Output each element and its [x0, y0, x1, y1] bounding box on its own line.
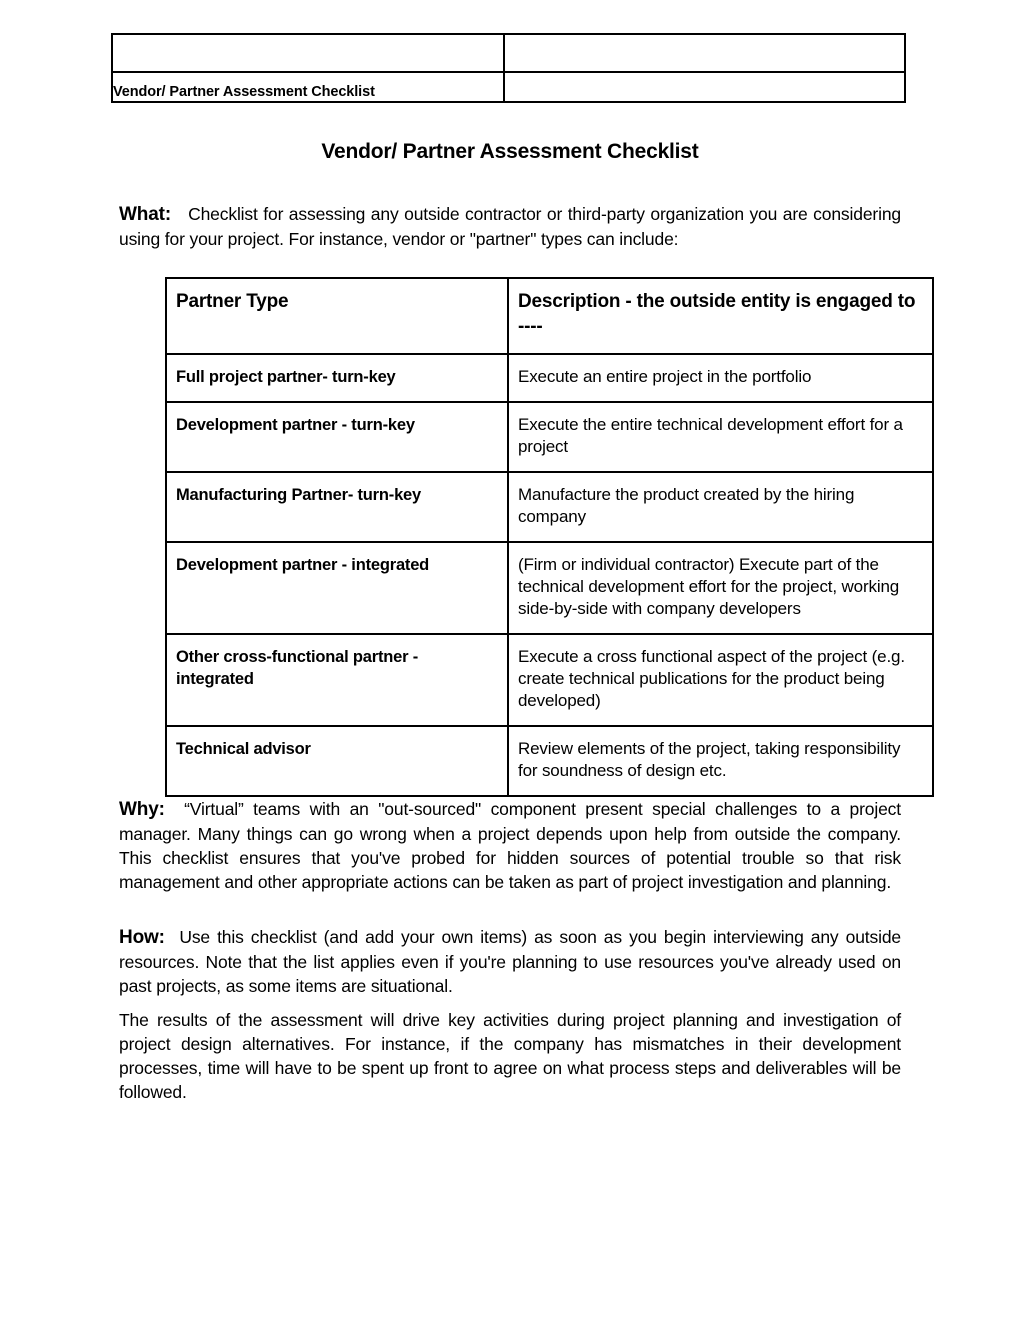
partner-description-cell: Execute a cross functional aspect of the…: [507, 633, 934, 727]
header-cell-top-right: [503, 33, 906, 73]
partner-table-header-col2: Description - the outside entity is enga…: [507, 277, 934, 355]
partner-type-cell: Other cross-functional partner - integra…: [165, 633, 509, 727]
paragraph-how-lead: How:: [119, 927, 165, 948]
document-page: Vendor/ Partner Assessment Checklist Ven…: [0, 0, 1020, 1320]
paragraph-what: What: Checklist for assessing any outsid…: [119, 202, 901, 251]
partner-type-cell: Development partner - integrated: [165, 541, 509, 635]
paragraph-results-body: The results of the assessment will drive…: [119, 1010, 901, 1102]
partner-type-cell: Technical advisor: [165, 725, 509, 797]
paragraph-what-lead: What:: [119, 204, 172, 225]
paragraph-how: How: Use this checklist (and add your ow…: [119, 925, 901, 998]
table-row: Development partner - turn-key Execute t…: [165, 401, 934, 473]
paragraph-why-body: “Virtual” teams with an "out-sourced" co…: [119, 799, 901, 892]
header-cell-doc-title: Vendor/ Partner Assessment Checklist: [111, 71, 505, 103]
running-header-table: Vendor/ Partner Assessment Checklist: [111, 33, 906, 103]
paragraph-why: Why: “Virtual” teams with an "out-source…: [119, 797, 901, 894]
page-title: Vendor/ Partner Assessment Checklist: [321, 140, 699, 163]
paragraph-what-body: Checklist for assessing any outside cont…: [119, 204, 901, 249]
partner-description-cell: Manufacture the product created by the h…: [507, 471, 934, 543]
table-row: Technical advisor Review elements of the…: [165, 725, 934, 797]
table-row: Development partner - integrated (Firm o…: [165, 541, 934, 635]
partner-description-cell: Execute the entire technical development…: [507, 401, 934, 473]
header-cell-bottom-right: [503, 71, 906, 103]
table-row: Other cross-functional partner - integra…: [165, 633, 934, 727]
header-table-row-top: [111, 33, 906, 73]
paragraph-how-body: Use this checklist (and add your own ite…: [119, 927, 901, 996]
partner-description-cell: Review elements of the project, taking r…: [507, 725, 934, 797]
header-table-row-bottom: Vendor/ Partner Assessment Checklist: [111, 71, 906, 103]
paragraph-why-lead: Why:: [119, 799, 165, 820]
partner-type-table: Partner Type Description - the outside e…: [165, 277, 934, 797]
partner-type-cell: Manufacturing Partner- turn-key: [165, 471, 509, 543]
partner-type-cell: Full project partner- turn-key: [165, 353, 509, 403]
partner-table-header-col1: Partner Type: [165, 277, 509, 355]
partner-description-cell: (Firm or individual contractor) Execute …: [507, 541, 934, 635]
table-row: Manufacturing Partner- turn-key Manufact…: [165, 471, 934, 543]
partner-description-cell: Execute an entire project in the portfol…: [507, 353, 934, 403]
partner-table-header-row: Partner Type Description - the outside e…: [165, 277, 934, 355]
partner-type-cell: Development partner - turn-key: [165, 401, 509, 473]
paragraph-results: The results of the assessment will drive…: [119, 1008, 901, 1104]
table-row: Full project partner- turn-key Execute a…: [165, 353, 934, 403]
header-cell-top-left: [111, 33, 505, 73]
